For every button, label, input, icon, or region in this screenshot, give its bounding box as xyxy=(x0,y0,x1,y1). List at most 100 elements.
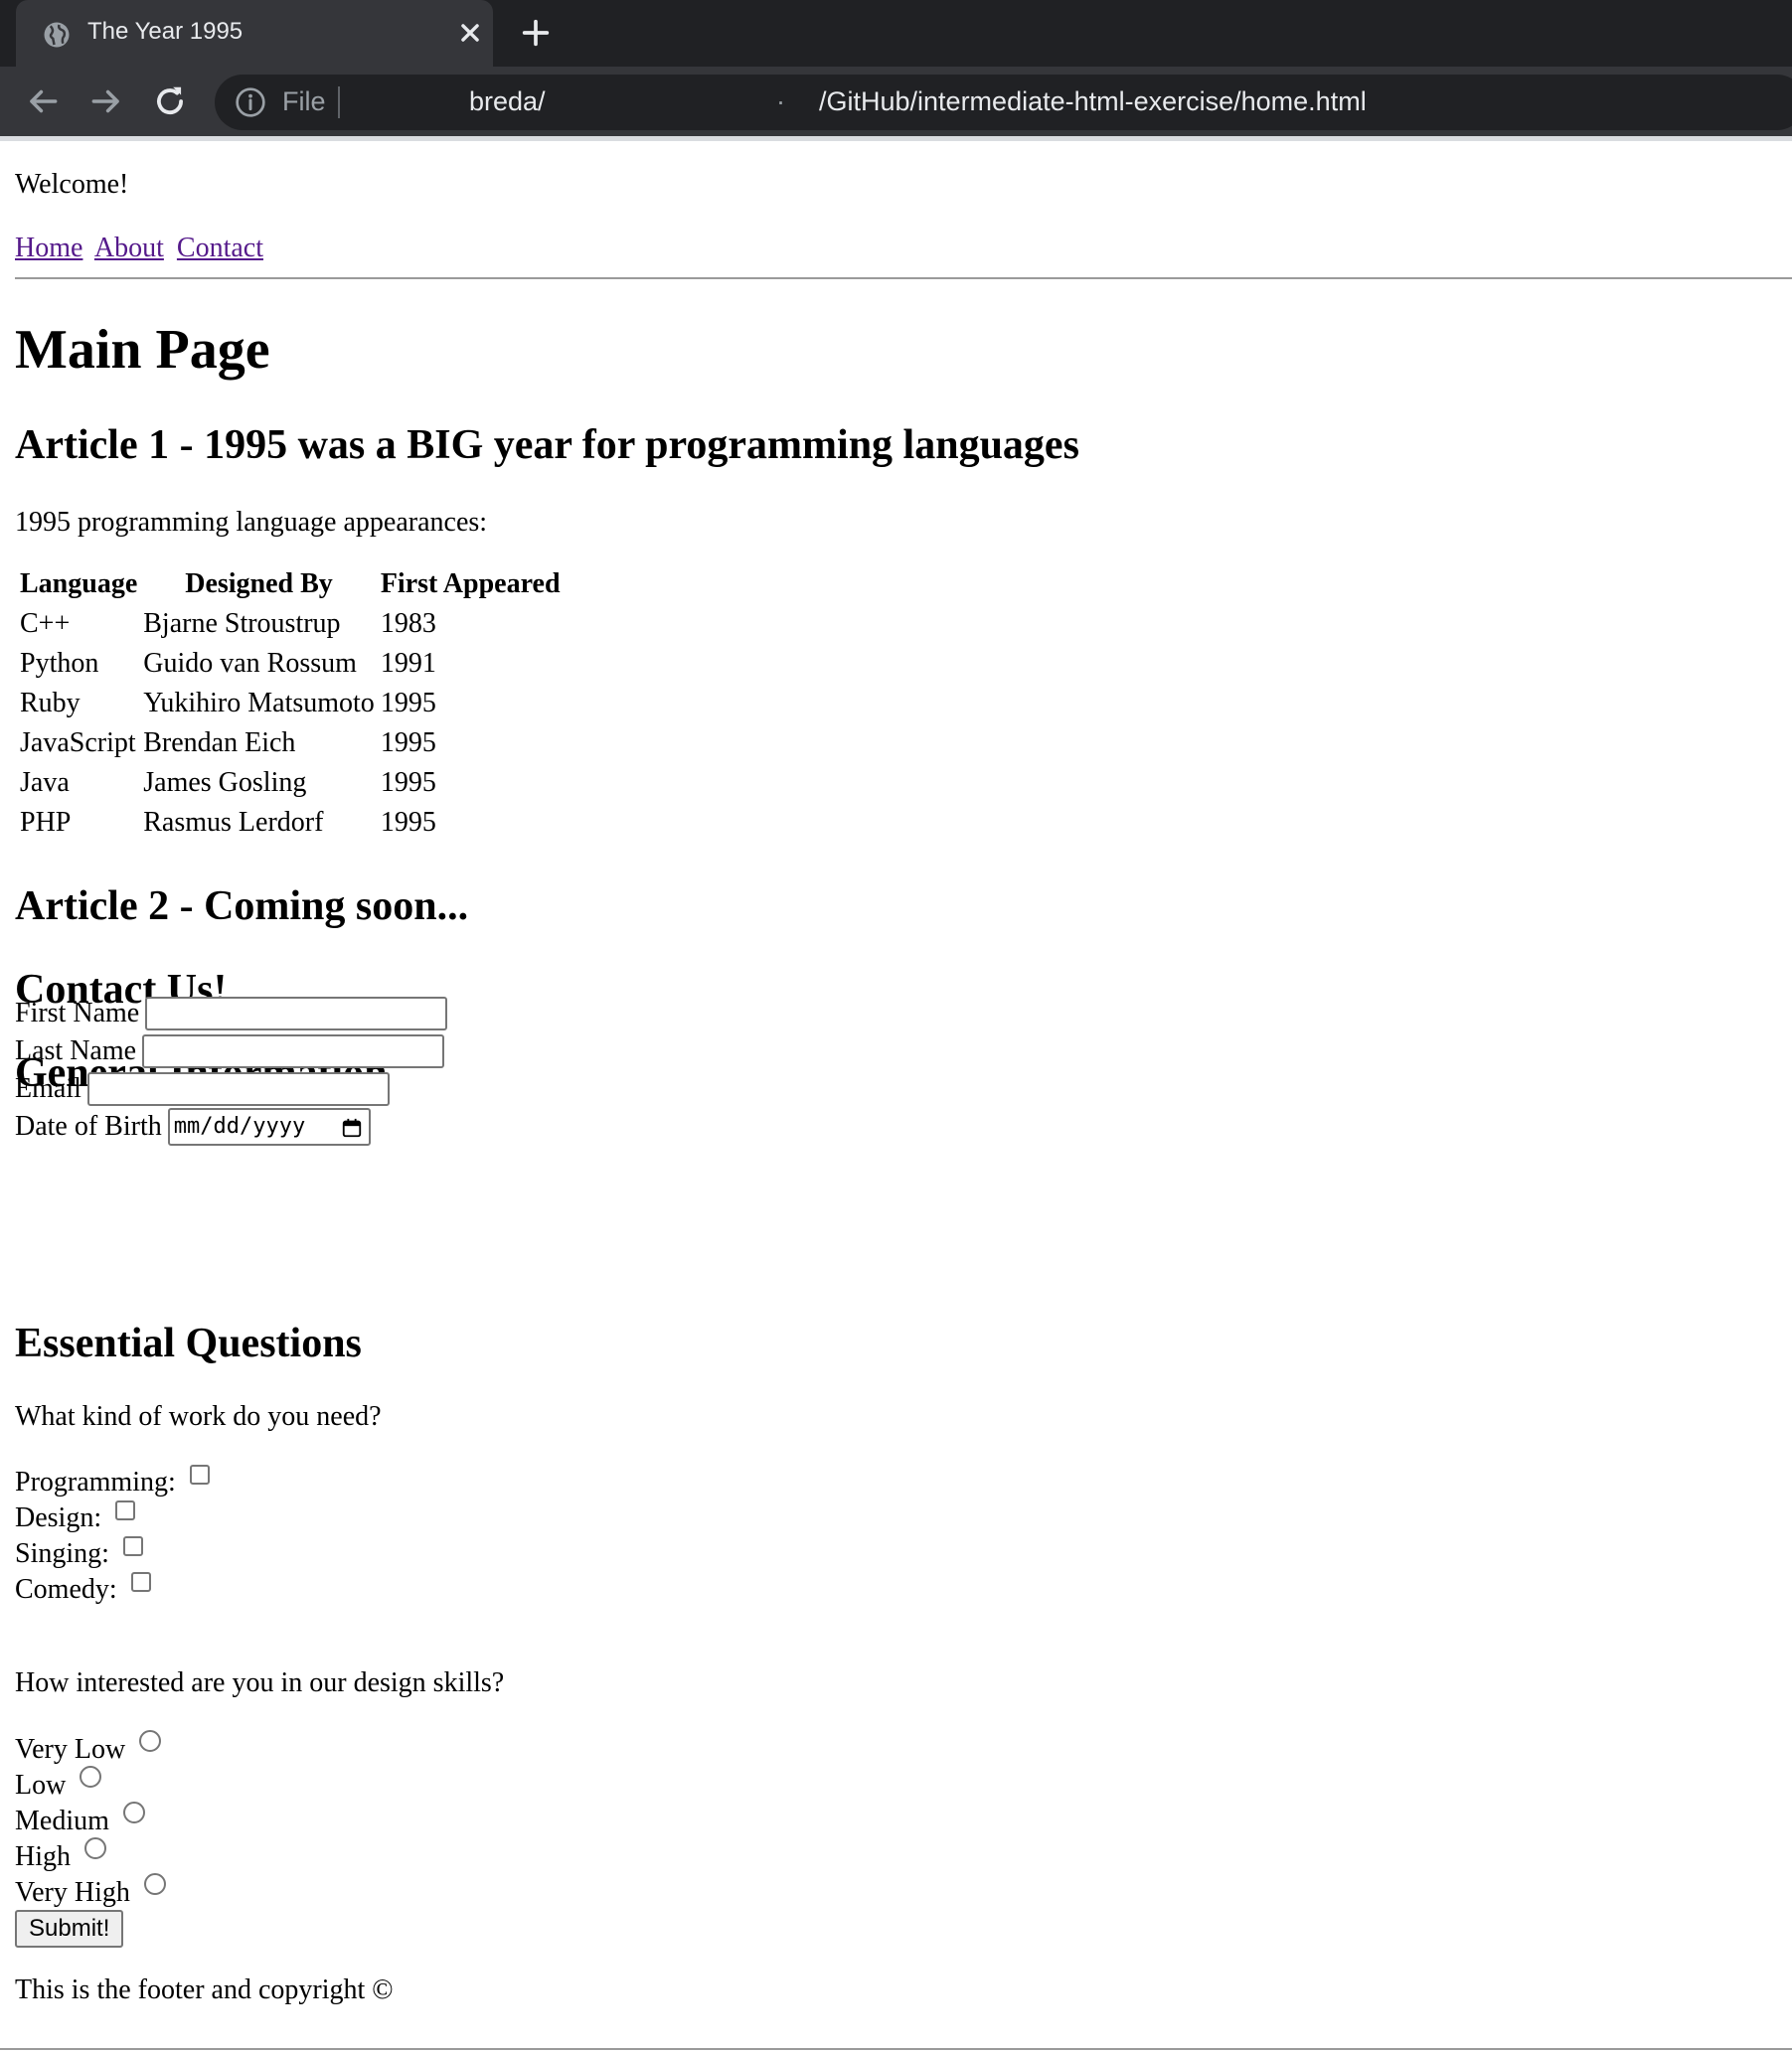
last-name-row: Last Name xyxy=(15,1031,445,1069)
table-cell: Python xyxy=(20,648,99,679)
table-row: PHP Rasmus Lerdorf 1995 xyxy=(19,805,562,841)
table-row: Python Guido van Rossum 1991 xyxy=(19,646,562,682)
first-name-row: First Name xyxy=(15,994,448,1031)
chrome-divider xyxy=(0,136,1792,141)
interest-option-low: Low xyxy=(15,1766,102,1802)
radio-button[interactable] xyxy=(139,1730,162,1752)
checkbox-label: Singing: xyxy=(15,1538,109,1569)
table-cell: Brendan Eich xyxy=(143,727,296,758)
languages-table: Language Designed By First Appeared C++ … xyxy=(15,562,566,845)
work-option-singing: Singing: xyxy=(15,1536,143,1572)
table-cell: Ruby xyxy=(20,688,81,718)
table-cell: 1995 xyxy=(380,727,436,758)
checkbox[interactable] xyxy=(189,1465,210,1485)
table-header-row: Language Designed By First Appeared xyxy=(19,566,562,602)
table-cell: JavaScript xyxy=(20,727,136,758)
reload-icon[interactable] xyxy=(151,82,189,120)
table-cell: 1983 xyxy=(380,608,436,639)
nav-link-about[interactable]: About xyxy=(94,233,164,263)
work-option-programming: Programming: xyxy=(15,1465,210,1500)
address-bar[interactable]: File breda/ · /GitHub/intermediate-html-… xyxy=(215,75,1792,130)
browser-toolbar: File breda/ · /GitHub/intermediate-html-… xyxy=(0,67,1792,136)
back-icon[interactable] xyxy=(24,82,62,120)
table-cell: Guido van Rossum xyxy=(143,648,357,679)
checkbox-label: Programming: xyxy=(15,1467,176,1498)
url-text-dot: · xyxy=(776,86,785,116)
table-cell: Java xyxy=(20,767,70,798)
radio-button[interactable] xyxy=(122,1802,145,1823)
close-icon[interactable] xyxy=(453,16,487,50)
column-header: Designed By xyxy=(185,568,333,599)
article1-intro: 1995 programming language appearances: xyxy=(15,507,488,538)
work-option-comedy: Comedy: xyxy=(15,1572,151,1608)
radio-label: High xyxy=(15,1841,71,1872)
page-title: Main Page xyxy=(15,319,270,381)
table-cell: PHP xyxy=(20,807,72,838)
table-row: Java James Gosling 1995 xyxy=(19,765,562,801)
browser-chrome: The Year 1995 File breda/ · /GitHub/inte… xyxy=(0,0,1792,141)
footer-text: This is the footer and copyright © xyxy=(15,1974,394,2005)
footer-divider xyxy=(0,2048,1792,2050)
interest-option-very-low: Very Low xyxy=(15,1730,162,1766)
first-name-input[interactable] xyxy=(145,996,448,1030)
table-cell: Yukihiro Matsumoto xyxy=(143,688,375,718)
email-row: Email xyxy=(15,1069,390,1107)
column-header: First Appeared xyxy=(380,568,561,599)
tab-title: The Year 1995 xyxy=(87,18,244,45)
checkbox[interactable] xyxy=(115,1500,136,1520)
article2-heading: Article 2 - Coming soon... xyxy=(15,883,469,929)
checkbox[interactable] xyxy=(122,1536,143,1556)
globe-icon xyxy=(44,22,70,48)
article1-heading: Article 1 - 1995 was a BIG year for prog… xyxy=(15,422,1079,468)
interest-option-medium: Medium xyxy=(15,1802,145,1837)
dob-input[interactable]: mm/dd/yyyy xyxy=(167,1107,371,1146)
interest-option-very-high: Very High xyxy=(15,1873,166,1909)
welcome-text: Welcome! xyxy=(15,169,129,200)
checkbox-label: Design: xyxy=(15,1502,102,1533)
calendar-icon[interactable] xyxy=(341,1117,363,1139)
dob-row: Date of Birth mm/dd/yyyy xyxy=(15,1107,371,1146)
url-scheme: File xyxy=(282,86,326,116)
table-row: JavaScript Brendan Eich 1995 xyxy=(19,725,562,761)
radio-button[interactable] xyxy=(143,1873,166,1895)
browser-tab[interactable]: The Year 1995 xyxy=(16,0,493,67)
table-cell: Rasmus Lerdorf xyxy=(143,807,324,838)
essential-questions-heading: Essential Questions xyxy=(15,1321,362,1366)
email-input[interactable] xyxy=(86,1071,390,1106)
site-nav: Home About Contact xyxy=(15,233,269,264)
checkbox[interactable] xyxy=(130,1572,151,1592)
table-cell: 1995 xyxy=(380,688,436,718)
work-question: What kind of work do you need? xyxy=(15,1401,382,1432)
last-name-input[interactable] xyxy=(142,1033,445,1068)
dob-placeholder: mm/dd/yyyy xyxy=(173,1113,306,1139)
submit-button[interactable]: Submit! xyxy=(15,1910,124,1948)
dob-label: Date of Birth xyxy=(15,1110,162,1142)
column-header: Language xyxy=(20,568,138,599)
info-icon[interactable] xyxy=(235,86,266,118)
table-cell: 1991 xyxy=(380,648,436,679)
first-name-label: First Name xyxy=(15,997,140,1028)
radio-button[interactable] xyxy=(80,1766,102,1788)
radio-button[interactable] xyxy=(84,1837,106,1859)
new-tab-icon[interactable] xyxy=(519,16,553,50)
radio-label: Medium xyxy=(15,1806,109,1836)
table-cell: James Gosling xyxy=(143,767,307,798)
email-label: Email xyxy=(15,1072,81,1104)
header-divider xyxy=(15,277,1792,279)
table-cell: 1995 xyxy=(380,807,436,838)
table-cell: 1995 xyxy=(380,767,436,798)
radio-label: Very High xyxy=(15,1877,130,1908)
forward-icon[interactable] xyxy=(87,82,125,120)
last-name-label: Last Name xyxy=(15,1034,137,1066)
table-cell: C++ xyxy=(20,608,71,639)
radio-label: Low xyxy=(15,1770,67,1801)
nav-link-contact[interactable]: Contact xyxy=(177,233,263,263)
interest-option-high: High xyxy=(15,1837,106,1873)
work-option-design: Design: xyxy=(15,1500,136,1536)
table-row: C++ Bjarne Stroustrup 1983 xyxy=(19,606,562,642)
nav-link-home[interactable]: Home xyxy=(15,233,82,263)
table-cell: Bjarne Stroustrup xyxy=(143,608,341,639)
interest-question: How interested are you in our design ski… xyxy=(15,1667,505,1698)
checkbox-label: Comedy: xyxy=(15,1574,117,1605)
radio-label: Very Low xyxy=(15,1734,126,1765)
